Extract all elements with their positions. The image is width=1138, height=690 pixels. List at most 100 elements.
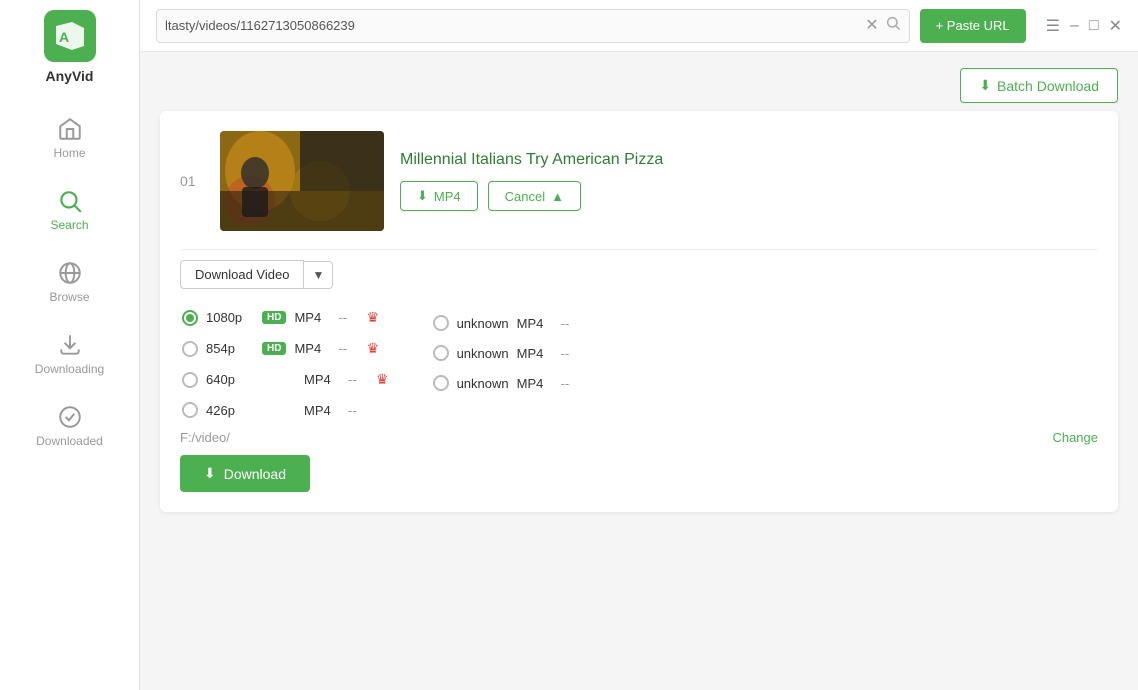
divider — [180, 249, 1098, 250]
url-search-button[interactable] — [885, 15, 901, 36]
quality-label-1080p: 1080p — [206, 310, 254, 325]
quality-row-unknown1: unknown MP4 -- — [431, 309, 583, 337]
download-arrow-icon: ⬇ — [417, 188, 428, 204]
quality-label-unknown1: unknown — [457, 316, 509, 331]
dash-unknown2: -- — [561, 346, 581, 361]
menu-icon[interactable]: ☰ — [1046, 16, 1060, 36]
crown-icon-640p: ♛ — [376, 371, 389, 388]
batch-download-icon: ⬇ — [979, 77, 991, 94]
radio-unknown3[interactable] — [433, 375, 449, 391]
batch-download-button[interactable]: ⬇ Batch Download — [960, 68, 1118, 103]
batch-download-container: ⬇ Batch Download — [140, 52, 1138, 111]
video-actions: ⬇ MP4 Cancel ▲ — [400, 181, 1098, 211]
format-unknown3: MP4 — [517, 376, 553, 391]
logo-icon: A — [44, 10, 96, 62]
mp4-button[interactable]: ⬇ MP4 — [400, 181, 478, 211]
main-content: ✕ + Paste URL ☰ – □ ✕ ⬇ Batch Download — [140, 0, 1138, 690]
browse-icon — [57, 260, 83, 286]
sidebar-item-home[interactable]: Home — [0, 104, 139, 172]
sidebar-nav: Home Search Browse Down — [0, 104, 139, 460]
sidebar-item-downloading-label: Downloading — [35, 362, 104, 376]
video-title: Millennial Italians Try American Pizza — [400, 151, 1098, 169]
format-1080p: MP4 — [294, 310, 330, 325]
format-unknown2: MP4 — [517, 346, 553, 361]
format-640p: MP4 — [304, 372, 340, 387]
download-button[interactable]: ⬇ Download — [180, 455, 310, 492]
radio-640p[interactable] — [182, 372, 198, 388]
options-dropdown: Download Video ▼ — [180, 260, 1098, 289]
radio-unknown1[interactable] — [433, 315, 449, 331]
downloaded-icon — [57, 404, 83, 430]
quality-columns: 1080p HD MP4 -- ♛ 854p HD MP4 -- — [180, 303, 1098, 424]
dash-1080p: -- — [338, 310, 358, 325]
quality-label-unknown3: unknown — [457, 376, 509, 391]
content-area: ⬇ Batch Download 01 — [140, 52, 1138, 690]
paste-url-button[interactable]: + Paste URL — [920, 9, 1026, 43]
radio-854p[interactable] — [182, 341, 198, 357]
app-logo: A AnyVid — [44, 10, 96, 84]
download-btn-label: Download — [224, 466, 286, 482]
dropdown-main[interactable]: Download Video — [180, 260, 304, 289]
sidebar-item-browse[interactable]: Browse — [0, 248, 139, 316]
format-426p: MP4 — [304, 403, 340, 418]
cancel-button[interactable]: Cancel ▲ — [488, 181, 581, 211]
video-info: Millennial Italians Try American Pizza ⬇… — [400, 151, 1098, 211]
cancel-label: Cancel — [505, 189, 545, 204]
svg-text:A: A — [59, 29, 69, 45]
titlebar: ✕ + Paste URL ☰ – □ ✕ — [140, 0, 1138, 52]
url-clear-button[interactable]: ✕ — [865, 18, 878, 34]
mp4-label: MP4 — [434, 189, 461, 204]
radio-1080p[interactable] — [182, 310, 198, 326]
sidebar-item-downloaded[interactable]: Downloaded — [0, 392, 139, 460]
quality-label-640p: 640p — [206, 372, 254, 387]
hd-badge-854p: HD — [262, 342, 286, 355]
video-card: 01 — [160, 111, 1118, 512]
sidebar: A AnyVid Home Search — [0, 0, 140, 690]
change-link[interactable]: Change — [1052, 430, 1098, 445]
app-name: AnyVid — [46, 68, 94, 84]
format-unknown1: MP4 — [517, 316, 553, 331]
quality-label-unknown2: unknown — [457, 346, 509, 361]
sidebar-item-search[interactable]: Search — [0, 176, 139, 244]
close-button[interactable]: ✕ — [1109, 16, 1122, 36]
hd-badge-1080p: HD — [262, 311, 286, 324]
home-icon — [57, 116, 83, 142]
search-icon — [57, 188, 83, 214]
url-input-wrapper: ✕ — [156, 9, 910, 43]
radio-426p[interactable] — [182, 402, 198, 418]
sidebar-item-downloading[interactable]: Downloading — [0, 320, 139, 388]
sidebar-item-home-label: Home — [53, 146, 85, 160]
dash-640p: -- — [348, 372, 368, 387]
window-controls: ☰ – □ ✕ — [1046, 16, 1122, 36]
url-input[interactable] — [165, 18, 859, 33]
video-thumbnail[interactable] — [220, 131, 384, 231]
quality-row-unknown3: unknown MP4 -- — [431, 369, 583, 397]
dash-unknown3: -- — [561, 376, 581, 391]
download-btn-icon: ⬇ — [204, 465, 216, 482]
radio-unknown2[interactable] — [433, 345, 449, 361]
quality-row-854p: 854p HD MP4 -- ♛ — [180, 334, 391, 363]
quality-row-unknown2: unknown MP4 -- — [431, 339, 583, 367]
save-path: F:/video/ — [180, 430, 1042, 445]
minimize-button[interactable]: – — [1070, 17, 1079, 35]
quality-col-left: 1080p HD MP4 -- ♛ 854p HD MP4 -- — [180, 303, 391, 424]
quality-row-1080p: 1080p HD MP4 -- ♛ — [180, 303, 391, 332]
sidebar-item-search-label: Search — [50, 218, 88, 232]
crown-icon-854p: ♛ — [366, 340, 379, 357]
dash-unknown1: -- — [561, 316, 581, 331]
quality-row-640p: 640p MP4 -- ♛ — [180, 365, 391, 394]
sidebar-item-browse-label: Browse — [49, 290, 89, 304]
download-options: Download Video ▼ 1080p HD MP4 -- — [180, 260, 1098, 492]
dropdown-arrow[interactable]: ▼ — [304, 261, 333, 289]
quality-col-right: unknown MP4 -- unknown MP4 -- — [431, 303, 583, 424]
quality-row-426p: 426p MP4 -- — [180, 396, 391, 424]
dash-854p: -- — [338, 341, 358, 356]
dash-426p: -- — [348, 403, 368, 418]
maximize-button[interactable]: □ — [1089, 17, 1099, 35]
crown-icon-1080p: ♛ — [366, 309, 379, 326]
batch-download-label: Batch Download — [997, 78, 1099, 94]
quality-label-854p: 854p — [206, 341, 254, 356]
format-854p: MP4 — [294, 341, 330, 356]
chevron-up-icon: ▲ — [551, 189, 564, 204]
downloading-icon — [57, 332, 83, 358]
